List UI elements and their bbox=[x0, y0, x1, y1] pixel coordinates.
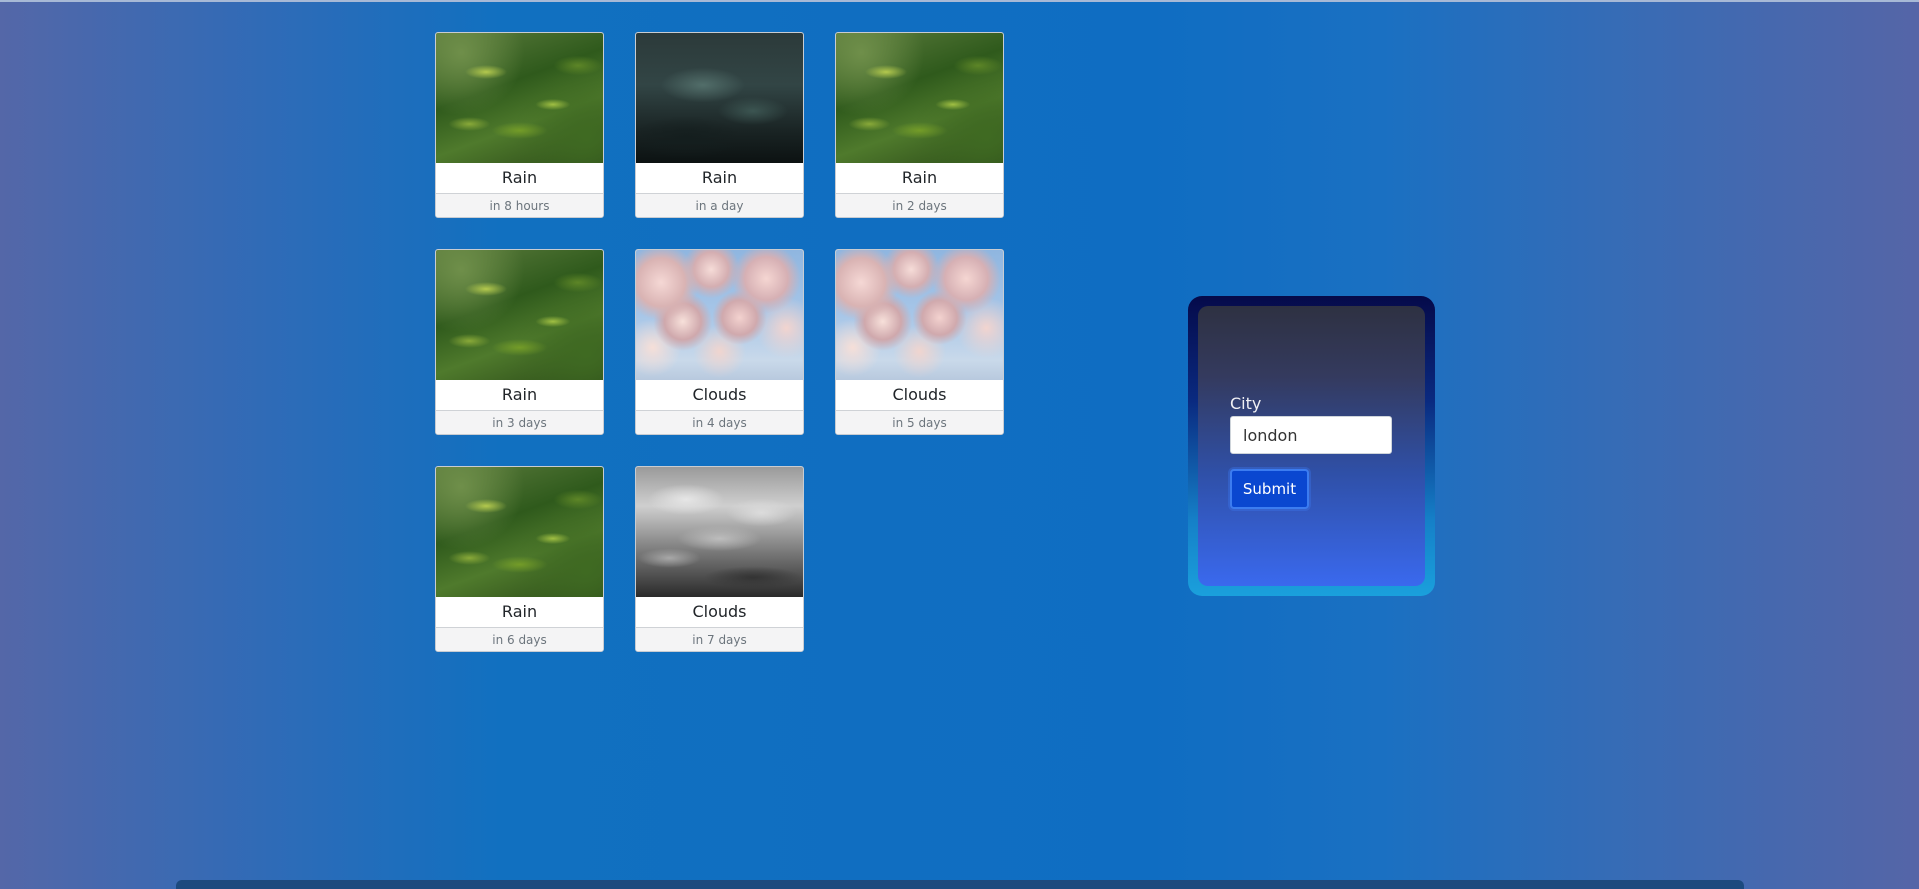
forecast-condition: Rain bbox=[701, 168, 738, 187]
forecast-condition: Rain bbox=[501, 168, 538, 187]
weather-image bbox=[636, 250, 803, 380]
forecast-card: Rain in a day bbox=[635, 32, 804, 218]
forecast-condition: Rain bbox=[501, 602, 538, 621]
weather-image bbox=[836, 250, 1003, 380]
forecast-condition: Clouds bbox=[692, 385, 747, 404]
weather-image bbox=[836, 33, 1003, 163]
submit-button[interactable]: Submit bbox=[1230, 469, 1309, 509]
forecast-time: in 7 days bbox=[636, 627, 803, 651]
forecast-card: Rain in 2 days bbox=[835, 32, 1004, 218]
city-form: City Submit bbox=[1198, 306, 1425, 586]
forecast-time: in 5 days bbox=[836, 410, 1003, 434]
forecast-condition: Clouds bbox=[692, 602, 747, 621]
top-border bbox=[0, 0, 1919, 2]
weather-image bbox=[436, 250, 603, 380]
weather-image bbox=[436, 33, 603, 163]
forecast-card: Clouds in 7 days bbox=[635, 466, 804, 652]
forecast-card: Clouds in 4 days bbox=[635, 249, 804, 435]
city-label: City bbox=[1230, 394, 1262, 413]
forecast-time: in 2 days bbox=[836, 193, 1003, 217]
forecast-time: in a day bbox=[636, 193, 803, 217]
forecast-card: Clouds in 5 days bbox=[835, 249, 1004, 435]
city-form-panel: City Submit bbox=[1188, 296, 1435, 596]
forecast-condition: Rain bbox=[501, 385, 538, 404]
forecast-condition: Rain bbox=[901, 168, 938, 187]
forecast-time: in 6 days bbox=[436, 627, 603, 651]
weather-image bbox=[436, 467, 603, 597]
weather-image bbox=[636, 33, 803, 163]
forecast-time: in 3 days bbox=[436, 410, 603, 434]
forecast-card: Rain in 3 days bbox=[435, 249, 604, 435]
forecast-condition: Clouds bbox=[892, 385, 947, 404]
forecast-card: Rain in 8 hours bbox=[435, 32, 604, 218]
forecast-time: in 4 days bbox=[636, 410, 803, 434]
weather-image bbox=[636, 467, 803, 597]
city-input[interactable] bbox=[1230, 416, 1392, 454]
bottom-taskbar bbox=[176, 880, 1744, 889]
forecast-card: Rain in 6 days bbox=[435, 466, 604, 652]
forecast-time: in 8 hours bbox=[436, 193, 603, 217]
